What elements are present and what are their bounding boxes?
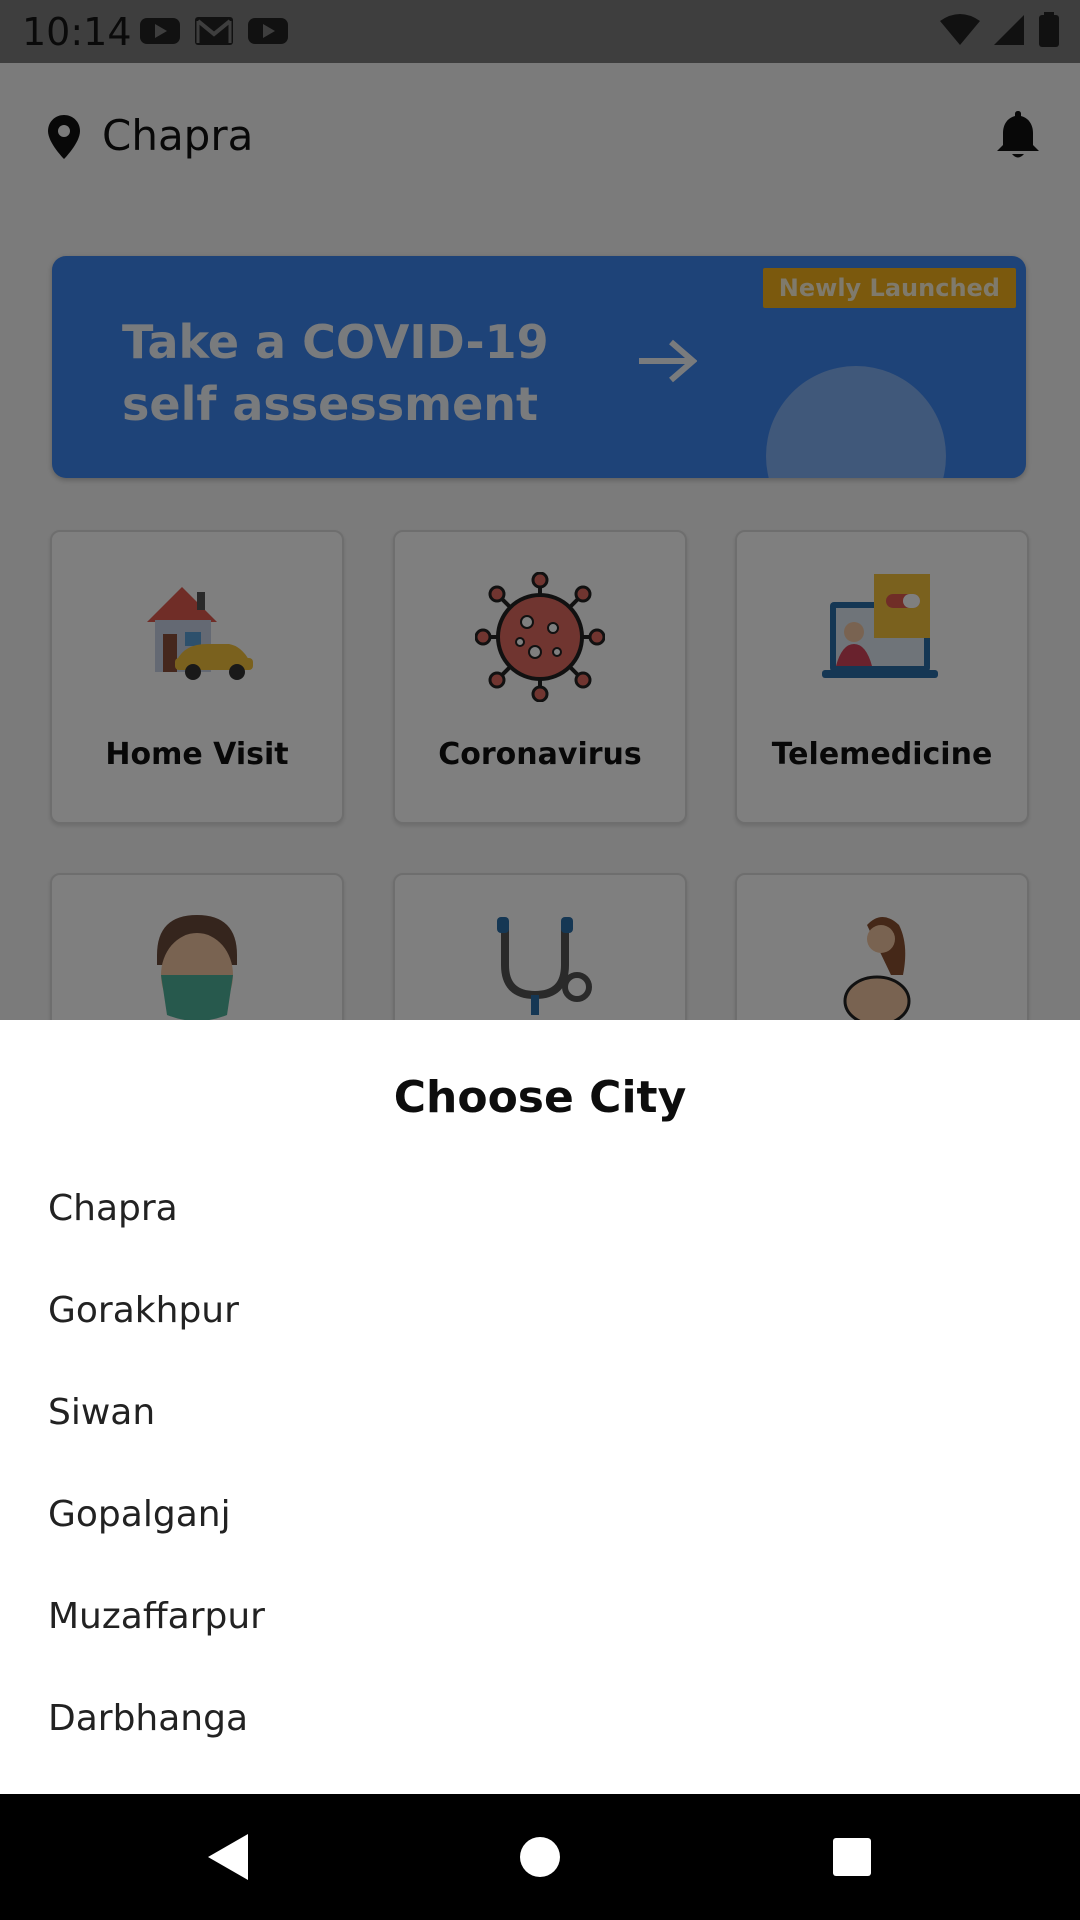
city-item-muzaffarpur[interactable]: Muzaffarpur: [0, 1568, 1080, 1670]
city-item-siwan[interactable]: Siwan: [0, 1364, 1080, 1466]
city-label: Gorakhpur: [48, 1290, 239, 1331]
city-label: Darbhanga: [48, 1698, 249, 1739]
city-label: Chapra: [48, 1188, 178, 1229]
city-item-chapra[interactable]: Chapra: [0, 1160, 1080, 1262]
recents-icon[interactable]: [830, 1832, 874, 1886]
choose-city-sheet: Choose City Chapra Gorakhpur Siwan Gopal…: [0, 1020, 1080, 1794]
system-nav-bar: [0, 1794, 1080, 1920]
sheet-title: Choose City: [393, 1072, 687, 1123]
city-label: Siwan: [48, 1392, 156, 1433]
city-label: Gopalganj: [48, 1494, 231, 1535]
city-item-gorakhpur[interactable]: Gorakhpur: [0, 1262, 1080, 1364]
city-label: Muzaffarpur: [48, 1596, 265, 1637]
home-icon[interactable]: [517, 1832, 563, 1886]
city-item-gopalganj[interactable]: Gopalganj: [0, 1466, 1080, 1568]
back-icon[interactable]: [204, 1832, 254, 1886]
modal-scrim[interactable]: [0, 0, 1080, 1020]
city-item-darbhanga[interactable]: Darbhanga: [0, 1670, 1080, 1772]
